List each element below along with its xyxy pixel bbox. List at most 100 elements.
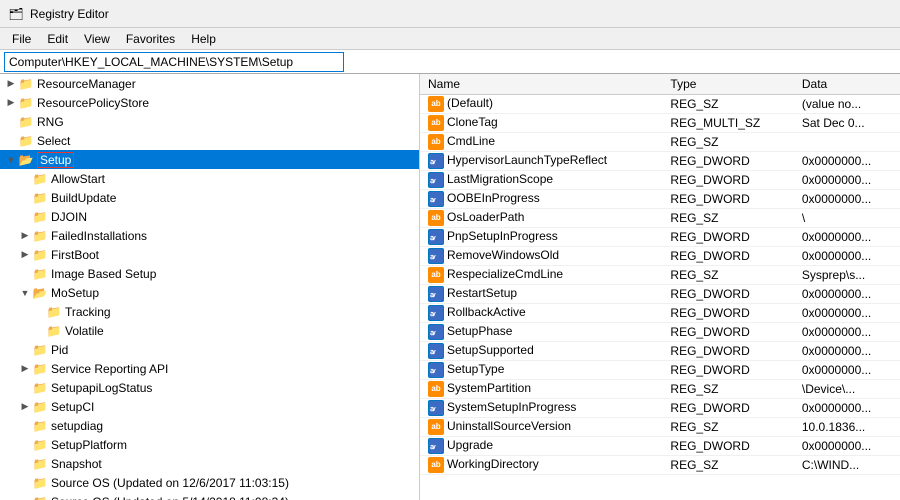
- col-header-type[interactable]: Type: [662, 74, 793, 94]
- table-row[interactable]: abUninstallSourceVersionREG_SZ10.0.1836.…: [420, 417, 900, 436]
- folder-icon: 📁: [32, 437, 48, 453]
- table-row[interactable]: abSystemPartitionREG_SZ\Device\...: [420, 379, 900, 398]
- value-type: REG_DWORD: [662, 436, 793, 455]
- tree-label: AllowStart: [51, 172, 105, 186]
- tree-item-tracking[interactable]: 📁Tracking: [0, 302, 419, 321]
- table-row[interactable]: ꜹRemoveWindowsOldREG_DWORD0x0000000...: [420, 246, 900, 265]
- table-row[interactable]: ꜹOOBEInProgressREG_DWORD0x0000000...: [420, 189, 900, 208]
- value-data: 0x0000000...: [794, 303, 900, 322]
- value-name: OOBEInProgress: [447, 191, 540, 205]
- table-row[interactable]: abCloneTagREG_MULTI_SZSat Dec 0...: [420, 113, 900, 132]
- value-name-cell: abSystemPartition: [420, 379, 662, 398]
- value-name: WorkingDirectory: [447, 457, 539, 471]
- tree-item-failedinstallations[interactable]: ▶📁FailedInstallations: [0, 226, 419, 245]
- tree-label: MoSetup: [51, 286, 99, 300]
- value-data: (value no...: [794, 94, 900, 113]
- value-name: OsLoaderPath: [447, 210, 524, 224]
- tree-label: Setup: [37, 152, 74, 168]
- tree-item-rng[interactable]: 📁RNG: [0, 112, 419, 131]
- value-data: 0x0000000...: [794, 360, 900, 379]
- string-value-icon: ab: [428, 134, 444, 150]
- dword-value-icon: ꜹ: [428, 286, 444, 302]
- folder-icon: 📁: [46, 304, 62, 320]
- table-row[interactable]: ꜹSystemSetupInProgressREG_DWORD0x0000000…: [420, 398, 900, 417]
- tree-item-setup[interactable]: ▼📂Setup: [0, 150, 419, 169]
- tree-panel[interactable]: ▶📁ResourceManager▶📁ResourcePolicyStore 📁…: [0, 74, 420, 500]
- address-input[interactable]: [4, 52, 344, 72]
- table-row[interactable]: ꜹPnpSetupInProgressREG_DWORD0x0000000...: [420, 227, 900, 246]
- table-row[interactable]: ꜹ SetupType REG_DWORD0x0000000...: [420, 360, 900, 379]
- tree-item-servicereportingapi[interactable]: ▶📁Service Reporting API: [0, 359, 419, 378]
- table-row[interactable]: ab(Default)REG_SZ(value no...: [420, 94, 900, 113]
- tree-item-setupdiag[interactable]: 📁setupdiag: [0, 416, 419, 435]
- value-name-cell: ꜹSystemSetupInProgress: [420, 398, 662, 417]
- tree-item-snapshot[interactable]: 📁Snapshot: [0, 454, 419, 473]
- svg-text:ꜹ: ꜹ: [430, 329, 436, 337]
- table-row[interactable]: abRespecializeCmdLineREG_SZSysprep\s...: [420, 265, 900, 284]
- tree-label: FirstBoot: [51, 248, 99, 262]
- tree-item-pid[interactable]: 📁Pid: [0, 340, 419, 359]
- table-row[interactable]: abCmdLineREG_SZ: [420, 132, 900, 151]
- table-row[interactable]: ꜹUpgradeREG_DWORD0x0000000...: [420, 436, 900, 455]
- menu-item-favorites[interactable]: Favorites: [118, 30, 183, 48]
- value-name: UninstallSourceVersion: [447, 419, 571, 433]
- value-name: Upgrade: [447, 438, 493, 452]
- dword-value-icon: ꜹ: [428, 191, 444, 207]
- tree-item-resourcepolicystore[interactable]: ▶📁ResourcePolicyStore: [0, 93, 419, 112]
- value-name: CmdLine: [447, 134, 495, 148]
- string-value-icon: ab: [428, 267, 444, 283]
- tree-item-buildupdate[interactable]: 📁BuildUpdate: [0, 188, 419, 207]
- values-panel[interactable]: Name Type Data ab(Default)REG_SZ(value n…: [420, 74, 900, 500]
- tree-item-sourceos2[interactable]: 📁Source OS (Updated on 5/14/2018 11:08:3…: [0, 492, 419, 500]
- folder-icon: 📁: [32, 494, 48, 500]
- table-row[interactable]: ꜹRestartSetupREG_DWORD0x0000000...: [420, 284, 900, 303]
- folder-icon: 📁: [32, 399, 48, 415]
- tree-item-allowstart[interactable]: 📁AllowStart: [0, 169, 419, 188]
- col-header-data[interactable]: Data: [794, 74, 900, 94]
- tree-item-sourceos1[interactable]: 📁Source OS (Updated on 12/6/2017 11:03:1…: [0, 473, 419, 492]
- table-row[interactable]: ꜹLastMigrationScopeREG_DWORD0x0000000...: [420, 170, 900, 189]
- folder-icon: 📁: [18, 76, 34, 92]
- table-row[interactable]: abWorkingDirectoryREG_SZC:\WIND...: [420, 455, 900, 474]
- string-value-icon: ab: [428, 115, 444, 131]
- menu-item-edit[interactable]: Edit: [39, 30, 76, 48]
- tree-label: Image Based Setup: [51, 267, 156, 281]
- svg-text:ꜹ: ꜹ: [430, 367, 436, 375]
- folder-icon: 📁: [32, 380, 48, 396]
- tree-item-firstboot[interactable]: ▶📁FirstBoot: [0, 245, 419, 264]
- col-header-name[interactable]: Name: [420, 74, 662, 94]
- value-name-cell: ꜹSetupSupported: [420, 341, 662, 360]
- menu-item-help[interactable]: Help: [183, 30, 224, 48]
- table-row[interactable]: ꜹRollbackActiveREG_DWORD0x0000000...: [420, 303, 900, 322]
- tree-item-mosetup[interactable]: ▼📂MoSetup: [0, 283, 419, 302]
- tree-item-setupplatform[interactable]: 📁SetupPlatform: [0, 435, 419, 454]
- value-type: REG_DWORD: [662, 360, 793, 379]
- tree-item-volatile[interactable]: 📁Volatile: [0, 321, 419, 340]
- tree-item-setupci[interactable]: ▶📁SetupCI: [0, 397, 419, 416]
- value-data: 0x0000000...: [794, 151, 900, 170]
- tree-item-djoin[interactable]: 📁DJOIN: [0, 207, 419, 226]
- folder-icon: 📁: [32, 342, 48, 358]
- menu-item-view[interactable]: View: [76, 30, 118, 48]
- folder-icon: 📂: [32, 285, 48, 301]
- table-row[interactable]: ꜹHypervisorLaunchTypeReflectREG_DWORD0x0…: [420, 151, 900, 170]
- value-name: HypervisorLaunchTypeReflect: [447, 153, 607, 167]
- table-row[interactable]: abOsLoaderPathREG_SZ\: [420, 208, 900, 227]
- value-data: Sysprep\s...: [794, 265, 900, 284]
- menu-item-file[interactable]: File: [4, 30, 39, 48]
- tree-item-setupapilogstatus[interactable]: 📁SetupapiLogStatus: [0, 378, 419, 397]
- tree-item-imagebasedsetup[interactable]: 📁Image Based Setup: [0, 264, 419, 283]
- value-type: REG_SZ: [662, 455, 793, 474]
- value-name: SetupType: [447, 362, 504, 376]
- tree-item-select[interactable]: 📁Select: [0, 131, 419, 150]
- value-type: REG_DWORD: [662, 284, 793, 303]
- tree-label: setupdiag: [51, 419, 103, 433]
- value-data: Sat Dec 0...: [794, 113, 900, 132]
- folder-icon: 📁: [32, 361, 48, 377]
- value-name: PnpSetupInProgress: [447, 229, 558, 243]
- table-row[interactable]: ꜹSetupPhaseREG_DWORD0x0000000...: [420, 322, 900, 341]
- value-data: 0x0000000...: [794, 322, 900, 341]
- folder-icon: 📁: [18, 95, 34, 111]
- tree-item-resourcemanager[interactable]: ▶📁ResourceManager: [0, 74, 419, 93]
- table-row[interactable]: ꜹSetupSupportedREG_DWORD0x0000000...: [420, 341, 900, 360]
